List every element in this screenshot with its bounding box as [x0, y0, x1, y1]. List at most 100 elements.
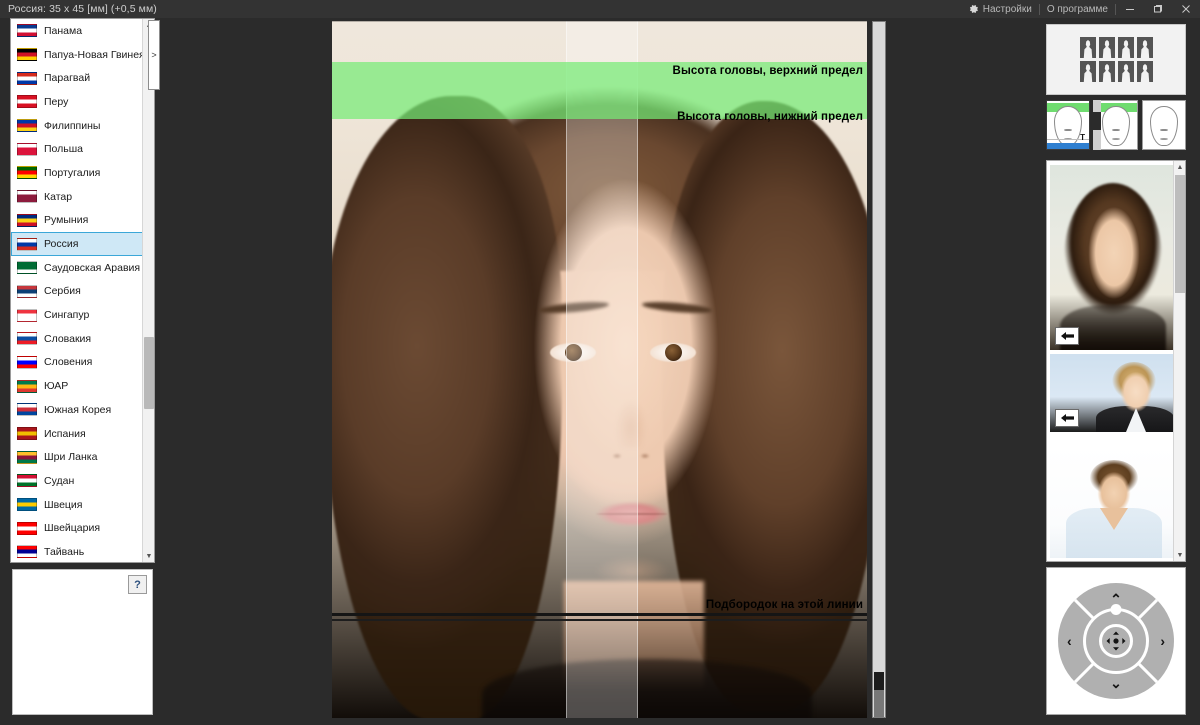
country-list-item[interactable]: Испания [11, 422, 144, 446]
about-button[interactable]: О программе [1040, 0, 1115, 18]
thumbnails-scroll-up[interactable]: ▲ [1174, 161, 1185, 173]
print-sheet-cell [1136, 61, 1153, 82]
country-name: ЮАР [44, 380, 69, 393]
fit-to-view-icon [1106, 631, 1126, 651]
portrait-iris-left [565, 344, 582, 361]
thumbnails-scroll-down[interactable]: ▼ [1174, 549, 1185, 561]
country-list-item[interactable]: Шри Ланка [11, 445, 144, 469]
country-list-item[interactable]: Португалия [11, 161, 144, 185]
face-template-1[interactable]: T [1046, 100, 1090, 150]
thumbnail-photo-1[interactable] [1050, 165, 1176, 350]
face-template-scrollbar[interactable] [1093, 100, 1101, 150]
title-bar: Россия: 35 x 45 [мм] (+0,5 мм) Настройки… [0, 0, 1200, 18]
flag-icon [17, 308, 37, 322]
panel-expander-button[interactable]: > [148, 20, 160, 90]
settings-button[interactable]: Настройки [962, 0, 1039, 18]
face-template-selector[interactable]: T [1046, 100, 1186, 150]
flag-icon [17, 95, 37, 109]
photo-scrollbar-tail[interactable] [874, 690, 884, 717]
face-template-3[interactable] [1142, 100, 1186, 150]
country-list-item[interactable]: Сингапур [11, 303, 144, 327]
face-template-scrollbar-thumb[interactable] [1093, 112, 1101, 130]
about-label: О программе [1046, 3, 1108, 15]
thumbnail-photo-3[interactable] [1050, 446, 1176, 558]
country-list-item[interactable]: Швейцария [11, 516, 144, 540]
flag-icon [17, 379, 37, 393]
country-list-panel[interactable]: Панама Папуа-Новая Гвинея Парагвай Перу Фили… [10, 18, 155, 563]
minimize-icon [1126, 9, 1134, 10]
photo-scrollbar-thumb[interactable] [874, 672, 884, 690]
print-sheet-preview[interactable] [1046, 24, 1186, 95]
country-name: Шри Ланка [44, 451, 98, 464]
country-list-item[interactable]: Перу [11, 90, 144, 114]
template-mark-1: T [1080, 133, 1085, 142]
flag-icon [17, 48, 37, 62]
country-name: Швейцария [44, 522, 101, 535]
country-name: Парагвай [44, 72, 91, 85]
country-list-item[interactable]: Филиппины [11, 114, 144, 138]
chevron-right-icon: > [151, 49, 157, 60]
scrollbar-thumb[interactable] [144, 337, 154, 409]
close-icon [1182, 5, 1190, 13]
country-list-item[interactable]: Саудовская Аравия [11, 256, 144, 280]
country-list-item[interactable]: Парагвай [11, 66, 144, 90]
thumbnails-scrollbar[interactable]: ▲ ▼ [1173, 161, 1185, 561]
country-list-item[interactable]: Сербия [11, 280, 144, 304]
help-button[interactable]: ? [128, 575, 147, 594]
close-button[interactable] [1172, 0, 1200, 18]
restore-icon [1154, 5, 1162, 13]
thumbnail-photo-2[interactable] [1050, 354, 1176, 432]
photo-top-edge [332, 21, 867, 22]
flag-icon [17, 521, 37, 535]
country-list-item[interactable]: Румыния [11, 209, 144, 233]
face-outline-icon-1 [1054, 106, 1082, 146]
restore-button[interactable] [1144, 0, 1172, 18]
flag-icon [17, 261, 37, 275]
country-list-item[interactable]: Россия [11, 232, 144, 256]
country-list-item[interactable]: Южная Корея [11, 398, 144, 422]
country-name: Сербия [44, 285, 81, 298]
navpad-right-button[interactable]: › [1160, 634, 1165, 648]
chin-line-label: Подбородок на этой линии [705, 599, 863, 611]
country-list[interactable]: Панама Папуа-Новая Гвинея Парагвай Перу Фили… [11, 19, 144, 562]
country-list-item[interactable]: Катар [11, 185, 144, 209]
thumbnail-1-arrow-badge[interactable] [1055, 327, 1079, 345]
navpad-left-button[interactable]: ‹ [1067, 634, 1072, 648]
country-list-item[interactable]: ЮАР [11, 374, 144, 398]
face-outline-icon-2 [1102, 106, 1130, 146]
photo-vertical-scrollbar[interactable] [872, 21, 886, 718]
country-list-item[interactable]: Судан [11, 469, 144, 493]
country-list-item[interactable]: Панама [11, 19, 144, 43]
photo-editor-canvas[interactable]: Высота головы, верхний предел Высота гол… [332, 21, 867, 718]
portrait-hair-left [332, 96, 562, 718]
portrait-nose [613, 373, 649, 448]
country-name: Папуа-Новая Гвинея [44, 48, 144, 61]
country-list-item[interactable]: Швеция [11, 493, 144, 517]
navpad-center-button[interactable] [1101, 626, 1131, 656]
country-list-item[interactable]: Словения [11, 351, 144, 375]
country-name: Перу [44, 95, 69, 108]
photo-image[interactable]: Высота головы, верхний предел Высота гол… [332, 21, 867, 718]
country-list-scrollbar[interactable]: ▲ ▼ [142, 19, 154, 562]
navpad-down-button[interactable]: ⌄ [1110, 676, 1122, 690]
print-sheet-cell [1079, 61, 1096, 82]
country-list-item[interactable]: Словакия [11, 327, 144, 351]
title-bar-actions: Настройки О программе [962, 0, 1200, 18]
country-list-item[interactable]: Тайвань [11, 540, 144, 562]
thumbnail-2-arrow-badge[interactable] [1055, 409, 1079, 427]
flag-icon [17, 450, 37, 464]
thumbnails-scrollbar-thumb[interactable] [1175, 175, 1185, 293]
info-panel: ? [12, 569, 153, 715]
photo-thumbnails-panel[interactable]: ▲ ▼ [1046, 160, 1186, 562]
print-sheet-cell [1117, 37, 1134, 58]
country-list-item[interactable]: Польша [11, 137, 144, 161]
country-list-item[interactable]: Папуа-Новая Гвинея [11, 43, 144, 67]
flag-icon [17, 119, 37, 133]
flag-icon [17, 166, 37, 180]
navpad-up-button[interactable]: ⌃ [1110, 592, 1122, 606]
navigation-pad[interactable]: ⌃ ⌄ ‹ › [1058, 583, 1174, 699]
scroll-down-button[interactable]: ▼ [143, 550, 154, 562]
country-name: Сингапур [44, 309, 90, 322]
country-name: Россия [44, 238, 79, 251]
minimize-button[interactable] [1116, 0, 1144, 18]
